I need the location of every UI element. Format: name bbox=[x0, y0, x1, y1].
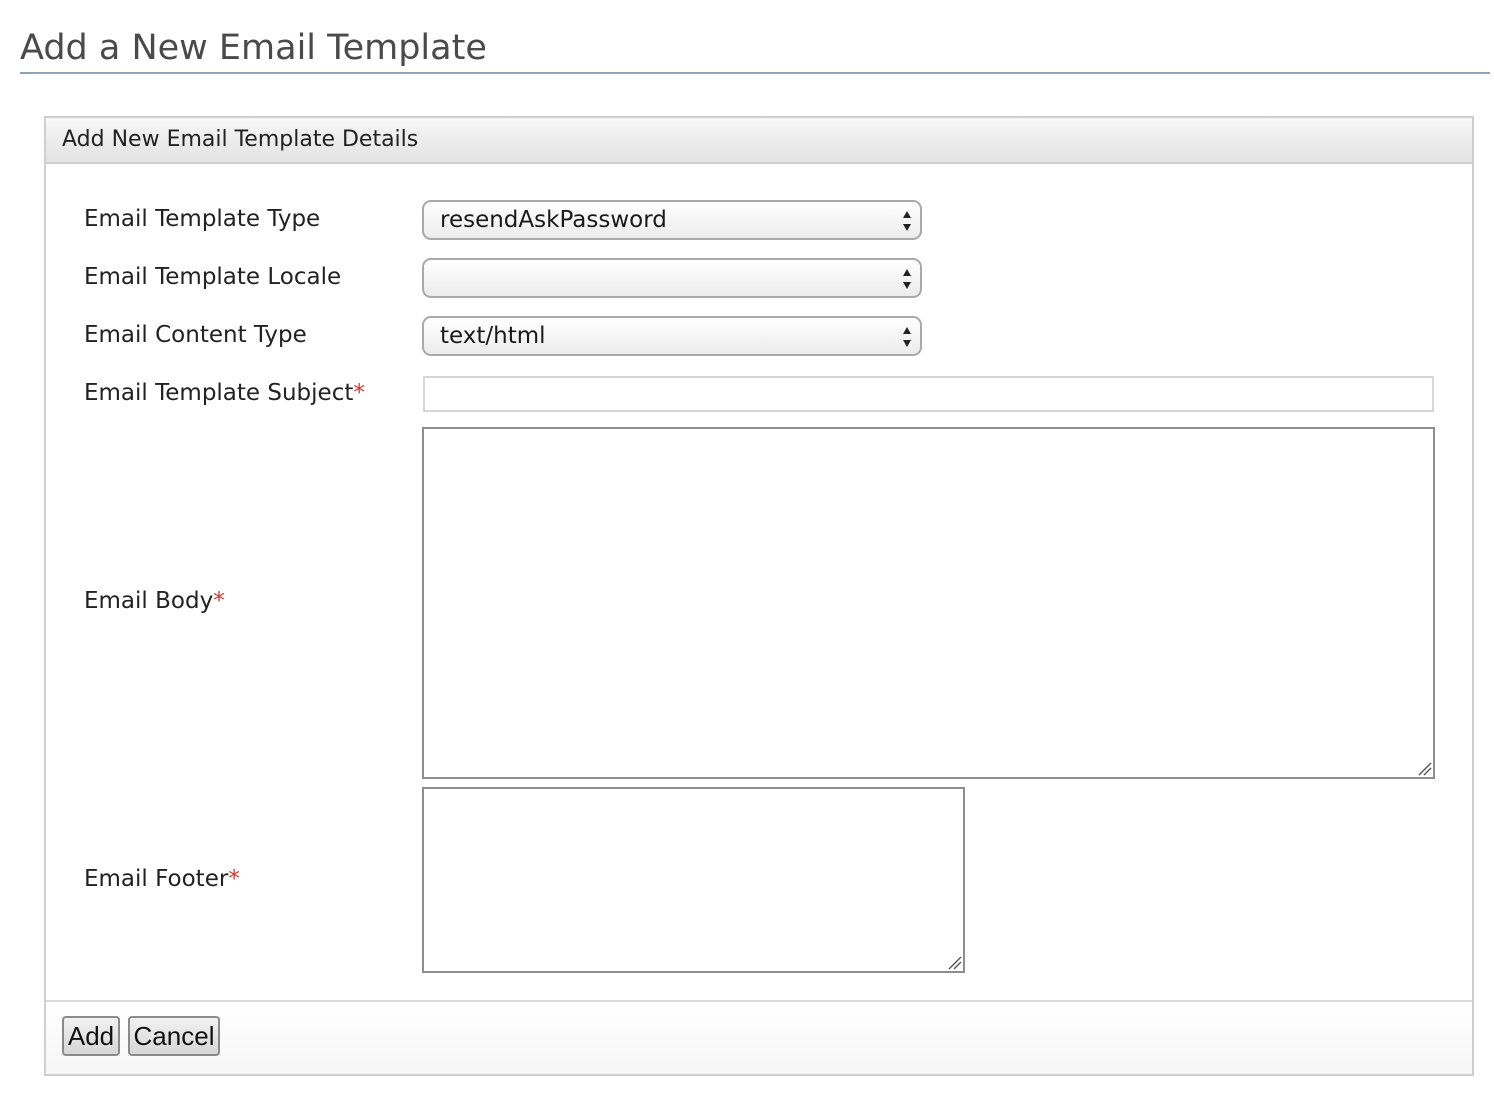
subject-label: Email Template Subject* bbox=[84, 378, 365, 408]
page-title: Add a New Email Template bbox=[20, 26, 1490, 74]
subject-label-text: Email Template Subject bbox=[84, 380, 354, 406]
content-type-select[interactable]: text/html bbox=[422, 316, 922, 356]
panel-header-title: Add New Email Template Details bbox=[62, 127, 419, 152]
body-label-text: Email Body bbox=[84, 588, 214, 614]
up-down-arrows-icon bbox=[903, 269, 911, 289]
up-down-arrows-icon bbox=[903, 327, 911, 347]
body-textarea[interactable] bbox=[422, 427, 1435, 779]
panel-header: Add New Email Template Details bbox=[46, 118, 1472, 164]
required-marker: * bbox=[228, 866, 240, 892]
subject-input[interactable] bbox=[423, 376, 1434, 412]
body-label: Email Body* bbox=[84, 586, 225, 616]
template-type-select[interactable]: resendAskPassword bbox=[422, 200, 922, 240]
cancel-button[interactable]: Cancel bbox=[128, 1016, 220, 1056]
footer-label: Email Footer* bbox=[84, 864, 240, 894]
required-marker: * bbox=[213, 588, 225, 614]
add-button[interactable]: Add bbox=[62, 1016, 120, 1056]
template-type-selected-value: resendAskPassword bbox=[440, 207, 667, 233]
template-locale-label: Email Template Locale bbox=[84, 264, 342, 290]
template-details-panel: Add New Email Template Details Email Tem… bbox=[44, 116, 1474, 1076]
panel-button-bar: Add Cancel bbox=[46, 1000, 1472, 1074]
required-marker: * bbox=[353, 380, 365, 406]
resize-grip-icon[interactable] bbox=[1416, 760, 1432, 776]
template-type-label: Email Template Type bbox=[84, 206, 321, 232]
content-type-label: Email Content Type bbox=[84, 322, 307, 348]
content-type-selected-value: text/html bbox=[440, 323, 546, 349]
template-locale-select[interactable] bbox=[422, 258, 922, 298]
up-down-arrows-icon bbox=[903, 211, 911, 231]
footer-label-text: Email Footer bbox=[84, 866, 229, 892]
footer-textarea[interactable] bbox=[422, 787, 965, 973]
resize-grip-icon[interactable] bbox=[946, 954, 962, 970]
